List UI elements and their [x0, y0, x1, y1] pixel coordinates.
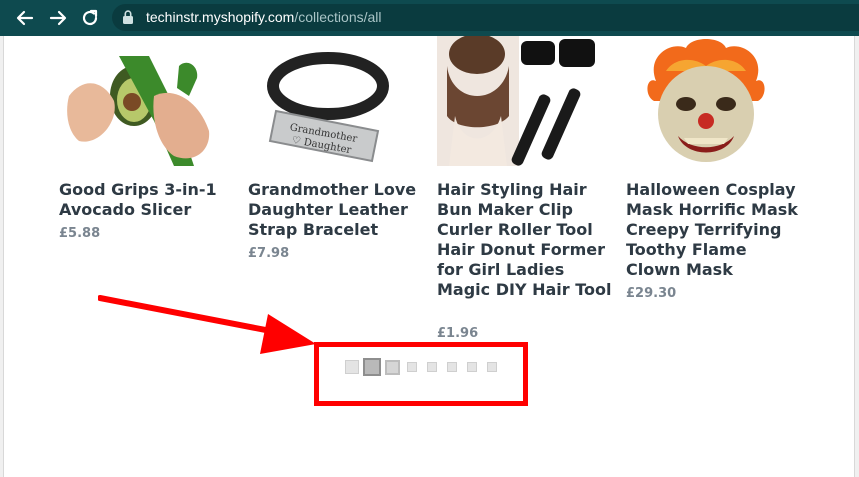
reload-icon — [82, 9, 98, 26]
clown-mask-image — [626, 36, 786, 166]
product-image[interactable] — [59, 36, 219, 166]
url-host: techinstr.myshopify.com — [146, 9, 295, 25]
arrow-right-icon — [98, 295, 316, 354]
scroll-edge-left — [0, 36, 4, 477]
product-title[interactable]: Grandmother Love Daughter Leather Strap … — [248, 180, 423, 240]
product-image[interactable] — [626, 36, 786, 166]
product-image[interactable]: Grandmother ♡ Daughter — [248, 36, 408, 166]
leather-bracelet-image: Grandmother ♡ Daughter — [248, 36, 408, 166]
hair-bun-maker-image — [437, 36, 597, 166]
avocado-slicer-image — [59, 36, 219, 166]
arrow-left-icon — [16, 10, 34, 26]
product-price: £5.88 — [59, 226, 101, 241]
browser-toolbar: techinstr.myshopify.com/collections/all — [0, 0, 859, 36]
product-title[interactable]: Good Grips 3-in-1 Avocado Slicer — [59, 180, 234, 220]
reload-button[interactable] — [79, 7, 101, 29]
arrow-right-icon — [49, 10, 67, 26]
scrollbar[interactable] — [854, 36, 859, 477]
forward-button[interactable] — [47, 7, 69, 29]
product-price: £29.30 — [626, 286, 677, 301]
product-title[interactable]: Halloween Cosplay Mask Horrific Mask Cre… — [626, 180, 801, 280]
url-path: /collections/all — [294, 9, 382, 25]
product-image[interactable] — [437, 36, 597, 166]
lock-icon — [123, 10, 133, 24]
product-price: £1.96 — [437, 326, 479, 341]
annotation-arrow — [98, 290, 318, 356]
annotation-highlight-box — [314, 342, 528, 406]
url-text[interactable]: techinstr.myshopify.com/collections/all — [146, 8, 382, 26]
back-button[interactable] — [14, 7, 36, 29]
product-title[interactable]: Hair Styling Hair Bun Maker Clip Curler … — [437, 180, 612, 300]
product-price: £7.98 — [248, 246, 290, 261]
